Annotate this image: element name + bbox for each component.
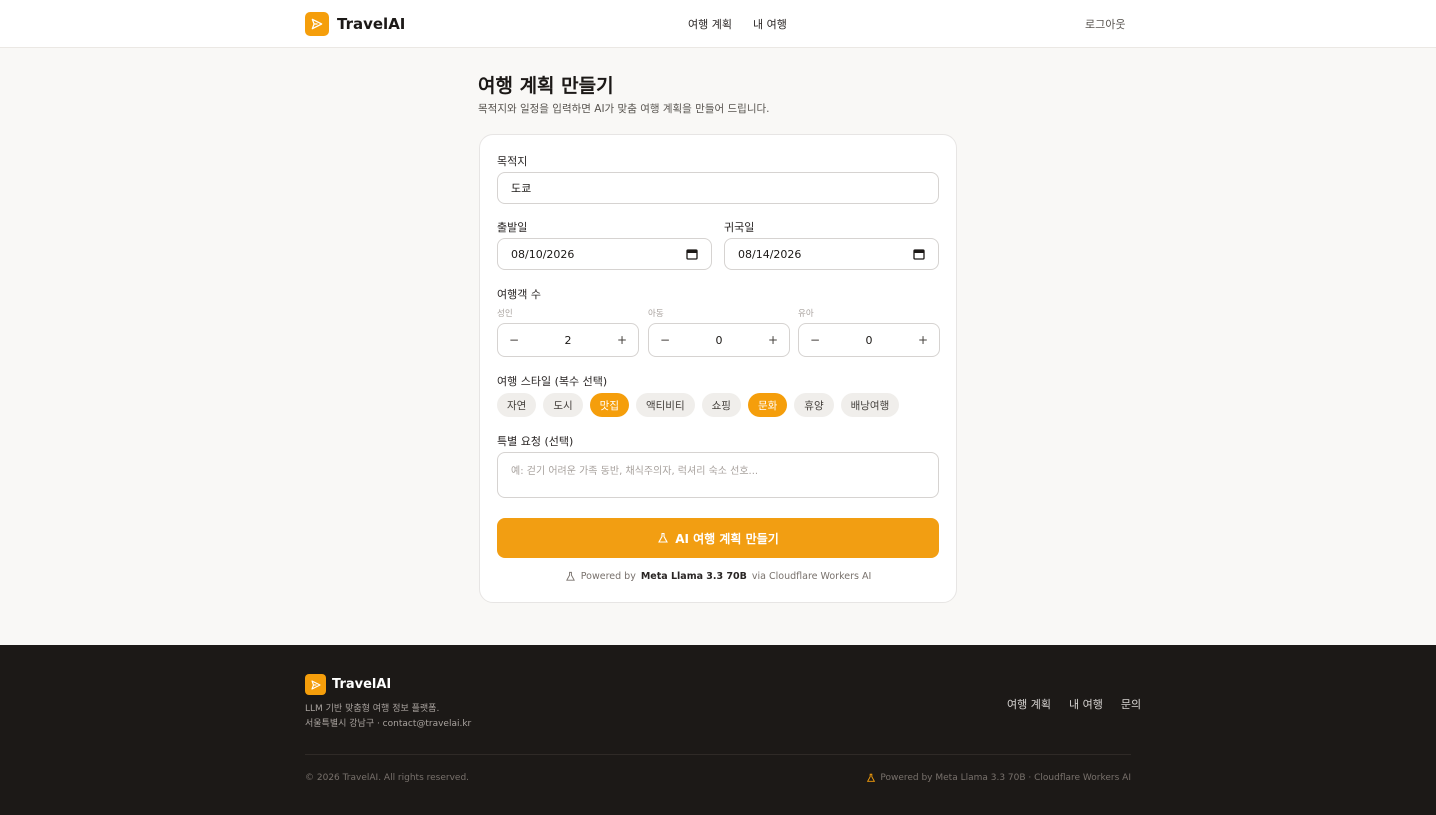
- page-subtitle: 목적지와 일정을 입력하면 AI가 맞춤 여행 계획을 만들어 드립니다.: [478, 103, 770, 115]
- footer-nav: 여행 계획 내 여행 문의: [1007, 696, 1141, 712]
- nav-my-trips[interactable]: 내 여행: [753, 16, 787, 32]
- style-chip-backpacking[interactable]: 배낭여행: [840, 393, 900, 417]
- page-footer: TravelAI LLM 기반 맞춤형 여행 정보 플랫폼. 서울특별시 강남구…: [0, 645, 1436, 815]
- return-date-input[interactable]: 08/14/2026: [724, 238, 939, 270]
- style-chips: 자연 도시 맛집 액티비티 쇼핑 문화 휴양 배낭여행: [497, 393, 900, 417]
- style-label: 여행 스타일 (복수 선택): [497, 375, 608, 388]
- adults-value: 2: [564, 333, 572, 347]
- adults-stepper: − 2 +: [497, 323, 639, 357]
- departure-value: 08/10/2026: [511, 247, 575, 261]
- infants-stepper: − 0 +: [798, 323, 940, 357]
- style-chip-shopping[interactable]: 쇼핑: [701, 393, 741, 417]
- footer-nav-trip-plan[interactable]: 여행 계획: [1007, 696, 1051, 712]
- children-label: 아동: [648, 309, 664, 319]
- powered-model: Meta Llama 3.3 70B: [640, 571, 747, 582]
- decrement-button[interactable]: −: [659, 333, 671, 347]
- calendar-icon[interactable]: [686, 248, 698, 260]
- logout-link[interactable]: 로그아웃: [1085, 16, 1125, 32]
- footer-brand-name: TravelAI: [332, 677, 392, 692]
- main-nav: 여행 계획 내 여행: [688, 16, 787, 32]
- flask-icon: [658, 532, 669, 543]
- footer-powered-text: Powered by Meta Llama 3.3 70B · Cloudfla…: [880, 773, 1131, 783]
- children-stepper: − 0 +: [648, 323, 790, 357]
- style-chip-culture[interactable]: 문화: [747, 393, 788, 417]
- brand-logo[interactable]: TravelAI: [305, 12, 405, 36]
- special-request-textarea[interactable]: 예: 걷기 어려운 가족 동반, 채식주의자, 럭셔리 숙소 선호...: [497, 452, 939, 498]
- return-value: 08/14/2026: [738, 247, 802, 261]
- nav-trip-plan[interactable]: 여행 계획: [688, 16, 732, 32]
- flask-icon: [867, 773, 876, 782]
- destination-value: 도쿄: [511, 182, 532, 195]
- paper-plane-icon: [305, 12, 329, 36]
- footer-copyright: © 2026 TravelAI. All rights reserved.: [305, 773, 470, 783]
- footer-brand[interactable]: TravelAI: [305, 674, 391, 695]
- style-chip-city[interactable]: 도시: [543, 393, 583, 417]
- decrement-button[interactable]: −: [809, 333, 821, 347]
- powered-prefix: Powered by: [580, 571, 636, 582]
- footer-powered-by: Powered by Meta Llama 3.3 70B · Cloudfla…: [866, 773, 1131, 783]
- departure-label: 출발일: [497, 221, 528, 234]
- footer-desc-line: LLM 기반 맞춤형 여행 정보 플랫폼.: [305, 704, 440, 714]
- page-title: 여행 계획 만들기: [478, 75, 614, 97]
- footer-divider: [305, 754, 1131, 755]
- infants-value: 0: [865, 333, 873, 347]
- travelers-label: 여행객 수: [497, 288, 541, 301]
- decrement-button[interactable]: −: [508, 333, 520, 347]
- brand-name: TravelAI: [337, 15, 406, 33]
- flask-icon: [565, 571, 575, 581]
- footer-nav-contact[interactable]: 문의: [1121, 696, 1141, 712]
- request-placeholder: 예: 걷기 어려운 가족 동반, 채식주의자, 럭셔리 숙소 선호...: [511, 466, 759, 477]
- style-chip-relax[interactable]: 휴양: [794, 393, 834, 417]
- style-chip-food[interactable]: 맛집: [589, 393, 629, 417]
- increment-button[interactable]: +: [767, 333, 779, 347]
- footer-description: LLM 기반 맞춤형 여행 정보 플랫폼. 서울특별시 강남구 · contac…: [305, 702, 471, 732]
- destination-label: 목적지: [497, 155, 528, 168]
- style-chip-nature[interactable]: 자연: [497, 393, 537, 417]
- adults-label: 성인: [497, 309, 513, 319]
- paper-plane-icon: [305, 674, 326, 695]
- top-header: TravelAI 여행 계획 내 여행 로그아웃: [0, 0, 1436, 48]
- create-plan-label: AI 여행 계획 만들기: [675, 531, 779, 546]
- powered-by-note: Powered by Meta Llama 3.3 70B via Cloudf…: [480, 571, 956, 582]
- request-label: 특별 요청 (선택): [497, 435, 574, 448]
- infants-label: 유아: [798, 309, 814, 319]
- departure-date-input[interactable]: 08/10/2026: [497, 238, 712, 270]
- footer-contact-line: 서울특별시 강남구 · contact@travelai.kr: [305, 719, 472, 729]
- children-value: 0: [715, 333, 723, 347]
- footer-nav-my-trips[interactable]: 내 여행: [1069, 696, 1103, 712]
- powered-suffix: via Cloudflare Workers AI: [751, 571, 872, 582]
- trip-form-card: 목적지 도쿄 출발일 08/10/2026 귀국일 08/14/2026 여행객…: [479, 134, 957, 603]
- increment-button[interactable]: +: [616, 333, 628, 347]
- create-plan-button[interactable]: AI 여행 계획 만들기: [497, 518, 939, 558]
- calendar-icon[interactable]: [913, 248, 925, 260]
- return-label: 귀국일: [724, 221, 755, 234]
- destination-input[interactable]: 도쿄: [497, 172, 939, 204]
- increment-button[interactable]: +: [917, 333, 929, 347]
- style-chip-activity[interactable]: 액티비티: [635, 393, 695, 417]
